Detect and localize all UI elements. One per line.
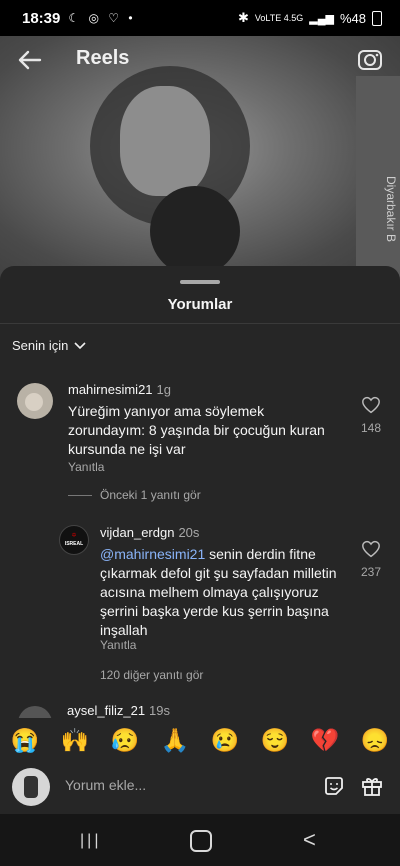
status-right: ✱ VoLTE 4.5G ▂▄▆ %48 — [238, 10, 382, 26]
quick-reactions: 😭 🙌 😥 🙏 😢 😌 💔 😞 — [0, 722, 400, 758]
comment-item: aysel_filiz_21 19s — [0, 698, 400, 718]
video-figure-woman — [120, 86, 210, 196]
mention-link[interactable]: @mahirnesimi21 — [100, 546, 205, 562]
reaction-folded-hands[interactable]: 🙏 — [161, 727, 190, 754]
comment-time: 19s — [149, 703, 171, 718]
username-text[interactable]: mahirnesimi21 — [68, 382, 153, 397]
like-button[interactable]: 148 — [356, 396, 386, 435]
username-text[interactable]: vijdan_erdgn — [100, 525, 174, 540]
avatar[interactable] — [17, 383, 53, 419]
sort-filter-label: Senin için — [12, 338, 69, 353]
comment-username[interactable]: vijdan_erdgn 20s — [100, 525, 199, 540]
reaction-sad-relieved[interactable]: 😥 — [111, 727, 140, 754]
comment-text: Yüreğim yanıyor ama söylemek zorundayım:… — [68, 403, 325, 457]
comment-time: 20s — [178, 525, 200, 540]
comment-input[interactable]: Yorum ekle... — [65, 777, 146, 793]
reaction-loudly-crying[interactable]: 😭 — [11, 727, 40, 754]
comment-text: @mahirnesimi21 senin derdin fitne çıkarm… — [100, 545, 340, 640]
reaction-broken-heart[interactable]: 💔 — [311, 727, 340, 754]
sheet-divider — [0, 323, 400, 324]
network-label: VoLTE 4.5G — [254, 13, 304, 23]
reaction-crying[interactable]: 😢 — [211, 727, 240, 754]
view-replies-label[interactable]: 120 diğer yanıtı gör — [100, 668, 203, 682]
like-count: 148 — [360, 421, 382, 435]
avatar[interactable] — [18, 706, 52, 718]
replies-line — [68, 494, 92, 496]
video-watermark: Diyarbakır B — [384, 176, 398, 243]
top-bar: Reels — [0, 36, 400, 84]
battery-icon — [372, 10, 382, 26]
view-previous-replies[interactable]: Önceki 1 yanıtı gör — [68, 488, 201, 502]
video-figure-boy — [150, 186, 240, 276]
comment-time: 1g — [156, 382, 172, 397]
like-button[interactable]: 237 — [356, 540, 386, 579]
sticker-icon[interactable] — [322, 774, 346, 798]
comment-username[interactable]: mahirnesimi21 1g — [68, 382, 171, 397]
comment-username[interactable]: aysel_filiz_21 19s — [67, 703, 170, 718]
home-button[interactable] — [190, 830, 212, 852]
heart-icon — [362, 540, 380, 558]
username-text[interactable]: aysel_filiz_21 — [67, 703, 145, 718]
reply-button[interactable]: Yanıtla — [100, 638, 136, 652]
reply-button[interactable]: Yanıtla — [68, 460, 104, 474]
avatar[interactable]: ✡ ISREAL — [59, 525, 89, 555]
battery-label: %48 — [339, 10, 366, 26]
heart-icon — [362, 396, 380, 414]
reaction-raised-hands[interactable]: 🙌 — [61, 727, 90, 754]
recent-apps-button[interactable]: ||| — [80, 832, 101, 850]
status-bar: 18:39 ☾ ◎ ♡ • ✱ VoLTE 4.5G ▂▄▆ %48 — [0, 0, 400, 36]
system-nav-bar: ||| < — [0, 814, 400, 866]
my-avatar — [12, 768, 50, 806]
view-more-replies[interactable]: 120 diğer yanıtı gör — [100, 668, 203, 682]
notification-icons: ☾ ◎ ♡ • — [68, 11, 136, 25]
comment-item: mahirnesimi21 1g Yüreğim yanıyor ama söyl… — [0, 376, 400, 506]
reply-comment-item: ✡ ISREAL vijdan_erdgn 20s @mahirnesimi21 … — [0, 518, 400, 668]
bluetooth-icon: ✱ — [237, 10, 249, 25]
drag-handle[interactable] — [180, 280, 220, 284]
signal-icon: ▂▄▆ — [309, 12, 334, 25]
page-title: Reels — [76, 47, 130, 69]
like-count: 237 — [360, 565, 382, 579]
status-time: 18:39 — [22, 9, 61, 27]
camera-icon[interactable] — [356, 46, 384, 74]
gift-icon[interactable] — [360, 774, 384, 798]
chevron-down-icon — [74, 341, 86, 349]
sort-filter-dropdown[interactable]: Senin için — [12, 338, 86, 353]
view-replies-label[interactable]: Önceki 1 yanıtı gör — [100, 488, 201, 502]
sheet-title: Yorumlar — [167, 296, 233, 313]
back-arrow-icon[interactable] — [16, 46, 44, 74]
system-back-button[interactable]: < — [303, 827, 316, 853]
reaction-disappointed[interactable]: 😞 — [361, 727, 390, 754]
comment-composer: Yorum ekle... — [0, 762, 400, 814]
reaction-relieved[interactable]: 😌 — [261, 727, 290, 754]
